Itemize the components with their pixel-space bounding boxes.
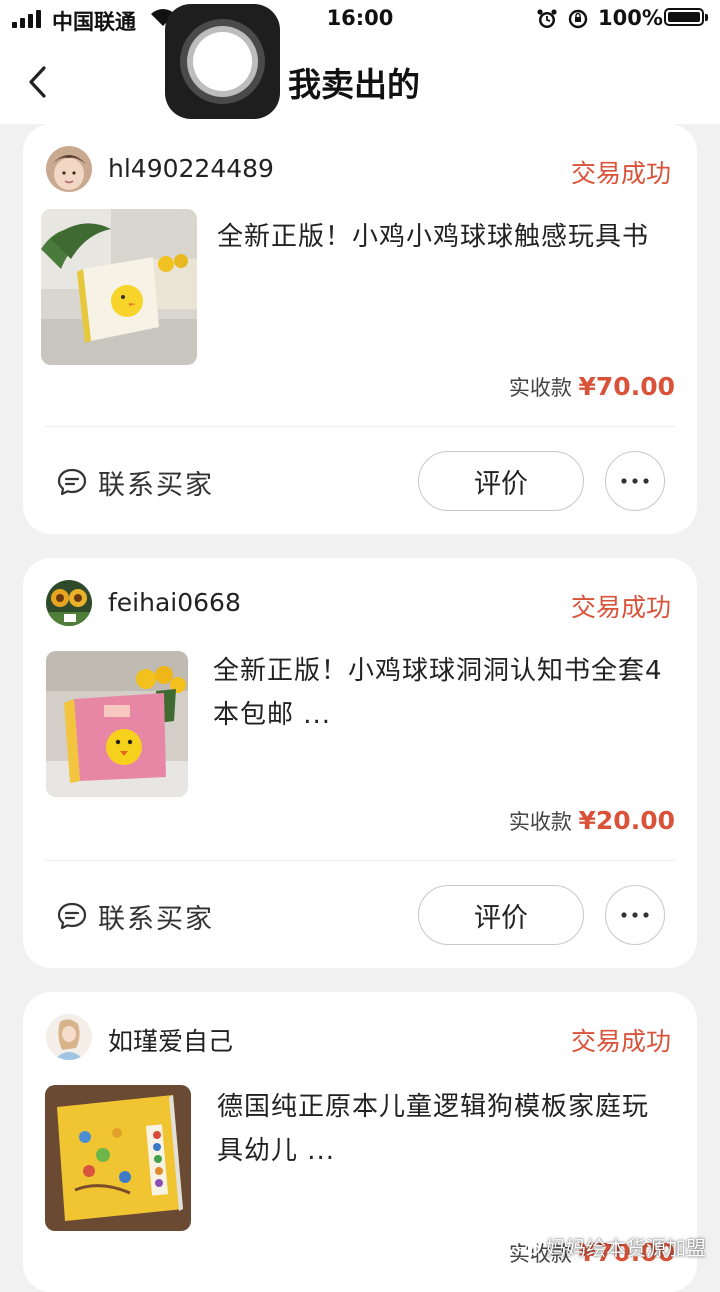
battery-percentage: 100%	[598, 6, 663, 30]
price-label: 实收款	[508, 810, 572, 834]
contact-buyer-button[interactable]: 联系买家	[56, 894, 214, 938]
contact-buyer-label: 联系买家	[98, 903, 214, 935]
price-row: 实收款 ¥70.00	[509, 372, 675, 402]
contact-buyer-button[interactable]: 联系买家	[56, 460, 214, 504]
product-title[interactable]: 全新正版！小鸡球球洞洞认知书全套4本包邮 ...	[213, 649, 675, 737]
product-title[interactable]: 德国纯正原本儿童逻辑狗模板家庭玩具幼儿 ...	[217, 1085, 675, 1173]
contact-buyer-label: 联系买家	[98, 469, 214, 501]
nav-bar: 我卖出的	[0, 40, 720, 124]
watermark: 妈妈绘本货源加盟	[516, 1232, 706, 1261]
review-button[interactable]: 评价	[418, 885, 584, 945]
order-card: feihai0668 交易成功 全新正版！小鸡球球洞洞认知书全套4本包邮 ...…	[23, 558, 697, 968]
back-button[interactable]	[20, 60, 60, 104]
more-icon	[621, 478, 649, 484]
more-options-button[interactable]	[605, 451, 665, 511]
battery-icon	[664, 8, 708, 26]
product-thumbnail[interactable]	[46, 651, 188, 797]
buyer-username[interactable]: feihai0668	[108, 588, 241, 617]
page-title: 我卖出的	[288, 65, 420, 104]
status-bar: 中国联通 16:00 100%	[0, 0, 720, 40]
watermark-text: 妈妈绘本货源加盟	[546, 1236, 706, 1260]
price-value: ¥70.00	[578, 372, 675, 401]
order-status: 交易成功	[570, 1027, 671, 1056]
divider	[45, 860, 675, 861]
avatar[interactable]	[46, 146, 92, 192]
avatar[interactable]	[46, 580, 92, 626]
wechat-icon	[516, 1237, 540, 1255]
order-card: hl490224489 交易成功 全新正版！小鸡小鸡球球触感玩具书 实收款 ¥7…	[23, 124, 697, 534]
product-title[interactable]: 全新正版！小鸡小鸡球球触感玩具书	[217, 215, 675, 259]
divider	[45, 426, 675, 427]
alarm-icon	[537, 9, 557, 28]
order-status: 交易成功	[570, 593, 671, 622]
price-row: 实收款 ¥20.00	[509, 806, 675, 836]
product-thumbnail[interactable]	[41, 209, 197, 365]
price-value: ¥20.00	[578, 806, 675, 835]
message-icon	[57, 468, 87, 496]
assistive-touch-button[interactable]	[165, 4, 280, 119]
buyer-username[interactable]: 如瑾爱自己	[108, 1022, 233, 1058]
price-label: 实收款	[508, 376, 572, 400]
buyer-username[interactable]: hl490224489	[108, 154, 274, 183]
message-icon	[57, 902, 87, 930]
more-options-button[interactable]	[605, 885, 665, 945]
review-button[interactable]: 评价	[418, 451, 584, 511]
rotation-lock-icon	[568, 9, 588, 29]
order-status: 交易成功	[570, 159, 671, 188]
avatar[interactable]	[46, 1014, 92, 1060]
more-icon	[621, 912, 649, 918]
product-thumbnail[interactable]	[45, 1085, 191, 1231]
